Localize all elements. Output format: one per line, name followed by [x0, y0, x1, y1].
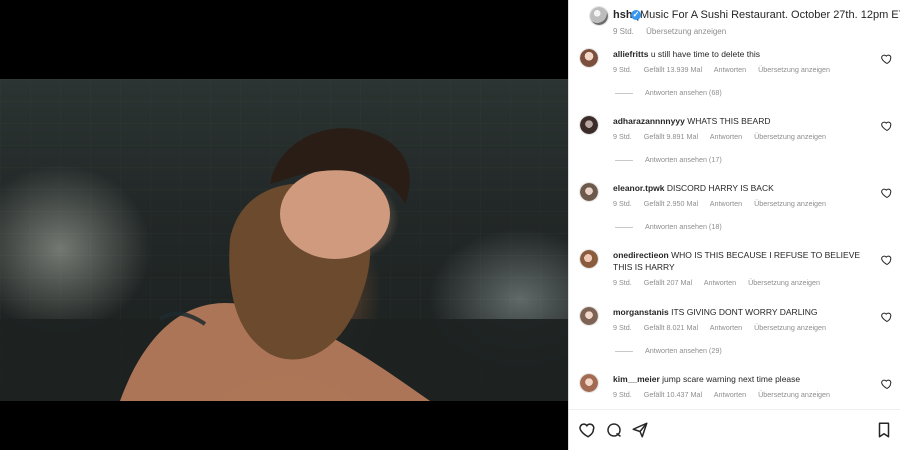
media-panel [0, 0, 568, 450]
comment-time: 9 Std. [613, 323, 632, 332]
avatar-image [580, 116, 598, 134]
avatar[interactable] [579, 373, 599, 393]
comment-meta: 9 Std. Gefällt 2.950 Mal Antworten Übers… [613, 199, 836, 208]
reply-button[interactable]: Antworten [714, 390, 746, 399]
comment-likes[interactable]: Gefällt 8.021 Mal [644, 323, 698, 332]
comment-icon[interactable] [605, 421, 623, 439]
bookmark-icon[interactable] [875, 421, 893, 439]
reply-button[interactable]: Antworten [710, 199, 742, 208]
video-scene [0, 128, 568, 401]
view-replies[interactable]: Antworten ansehen (29) [615, 346, 722, 355]
comment-meta: 9 Std. Gefällt 9.891 Mal Antworten Übers… [613, 132, 836, 141]
avatar[interactable] [579, 48, 599, 68]
comment-username[interactable]: onedirectieon [613, 250, 669, 260]
reply-button[interactable]: Antworten [710, 132, 742, 141]
translate-link[interactable]: Übersetzung anzeigen [754, 132, 826, 141]
heart-icon[interactable] [881, 310, 893, 323]
comment-time: 9 Std. [613, 199, 632, 208]
translate-link[interactable]: Übersetzung anzeigen [754, 199, 826, 208]
comment-username[interactable]: kim__meier [613, 374, 660, 384]
comment-body: ITS GIVING DONT WORRY DARLING [671, 307, 818, 317]
heart-icon[interactable] [579, 421, 597, 439]
comment-username[interactable]: adharazannnnyyy [613, 116, 685, 126]
translate-link[interactable]: Übersetzung anzeigen [758, 65, 830, 74]
comment-item: eleanor.tpwk DISCORD HARRY IS BACK 9 Std… [569, 174, 900, 244]
avatar-image [580, 307, 598, 325]
translate-link[interactable]: Übersetzung anzeigen [758, 390, 830, 399]
heart-icon[interactable] [881, 377, 893, 390]
heart-icon[interactable] [881, 52, 893, 65]
comment-likes[interactable]: Gefällt 9.891 Mal [644, 132, 698, 141]
comment-body: jump scare warning next time please [662, 374, 801, 384]
comment-meta: 9 Std. Gefällt 13.939 Mal Antworten Über… [613, 65, 840, 74]
avatar-image [580, 374, 598, 392]
comment-time: 9 Std. [613, 132, 632, 141]
avatar[interactable] [589, 6, 609, 26]
face [280, 169, 390, 259]
comment-text: adharazannnnyyy WHATS THIS BEARD [613, 115, 868, 127]
comments-list[interactable]: alliefritts u still have time to delete … [569, 40, 900, 410]
send-icon[interactable] [631, 421, 649, 439]
comment-item: onedirectieon WHO IS THIS BECAUSE I REFU… [569, 241, 900, 301]
comment-likes[interactable]: Gefällt 207 Mal [644, 278, 692, 287]
view-replies[interactable]: Antworten ansehen (17) [615, 155, 722, 164]
post-time: 9 Std. [613, 27, 634, 36]
comment-username[interactable]: alliefritts [613, 49, 648, 59]
comment-item: morganstanis ITS GIVING DONT WORRY DARLI… [569, 298, 900, 368]
reply-button[interactable]: Antworten [704, 278, 736, 287]
comment-likes[interactable]: Gefällt 2.950 Mal [644, 199, 698, 208]
translate-link[interactable]: Übersetzung anzeigen [646, 27, 726, 36]
avatar-image [590, 7, 608, 25]
post-caption: Music For A Sushi Restaurant. October 27… [640, 9, 900, 21]
heart-icon[interactable] [881, 119, 893, 132]
comment-body: DISCORD HARRY IS BACK [666, 183, 774, 193]
comment-meta: 9 Std. Gefällt 8.021 Mal Antworten Übers… [613, 323, 836, 332]
avatar[interactable] [579, 249, 599, 269]
view-replies[interactable]: Antworten ansehen (68) [615, 88, 722, 97]
post-sidebar: hshq ✓ Music For A Sushi Restaurant. Oct… [568, 0, 900, 450]
comment-meta: 9 Std. Gefällt 10.437 Mal Antworten Über… [613, 390, 840, 399]
comment-likes[interactable]: Gefällt 13.939 Mal [644, 65, 702, 74]
comment-body: WHATS THIS BEARD [687, 116, 771, 126]
comment-likes[interactable]: Gefällt 10.437 Mal [644, 390, 702, 399]
comment-time: 9 Std. [613, 278, 632, 287]
comment-text: morganstanis ITS GIVING DONT WORRY DARLI… [613, 306, 868, 318]
avatar[interactable] [579, 182, 599, 202]
comment-text: alliefritts u still have time to delete … [613, 48, 868, 60]
reply-button[interactable]: Antworten [714, 65, 746, 74]
translate-link[interactable]: Übersetzung anzeigen [748, 278, 820, 287]
view-replies[interactable]: Antworten ansehen (18) [615, 222, 722, 231]
comment-text: kim__meier jump scare warning next time … [613, 373, 868, 385]
comment-item: alliefritts u still have time to delete … [569, 40, 900, 110]
comment-item: adharazannnnyyy WHATS THIS BEARD 9 Std. … [569, 107, 900, 177]
avatar-image [580, 250, 598, 268]
post-meta: 9 Std. Übersetzung anzeigen [613, 27, 726, 36]
comment-text: eleanor.tpwk DISCORD HARRY IS BACK [613, 182, 868, 194]
reply-button[interactable]: Antworten [710, 323, 742, 332]
comment-text: onedirectieon WHO IS THIS BECAUSE I REFU… [613, 249, 868, 273]
comment-username[interactable]: eleanor.tpwk [613, 183, 665, 193]
action-bar [569, 409, 900, 450]
comment-body: u still have time to delete this [650, 49, 760, 59]
instagram-post-view: hshq ✓ Music For A Sushi Restaurant. Oct… [0, 0, 900, 450]
comment-item: kim__meier jump scare warning next time … [569, 365, 900, 410]
comment-time: 9 Std. [613, 390, 632, 399]
avatar[interactable] [579, 306, 599, 326]
post-video[interactable] [0, 79, 568, 401]
avatar-image [580, 49, 598, 67]
avatar[interactable] [579, 115, 599, 135]
translate-link[interactable]: Übersetzung anzeigen [754, 323, 826, 332]
comment-meta: 9 Std. Gefällt 207 Mal Antworten Überset… [613, 278, 830, 287]
comment-time: 9 Std. [613, 65, 632, 74]
comment-username[interactable]: morganstanis [613, 307, 669, 317]
avatar-image [580, 183, 598, 201]
heart-icon[interactable] [881, 253, 893, 266]
heart-icon[interactable] [881, 186, 893, 199]
post-header: hshq ✓ Music For A Sushi Restaurant. Oct… [579, 6, 900, 38]
